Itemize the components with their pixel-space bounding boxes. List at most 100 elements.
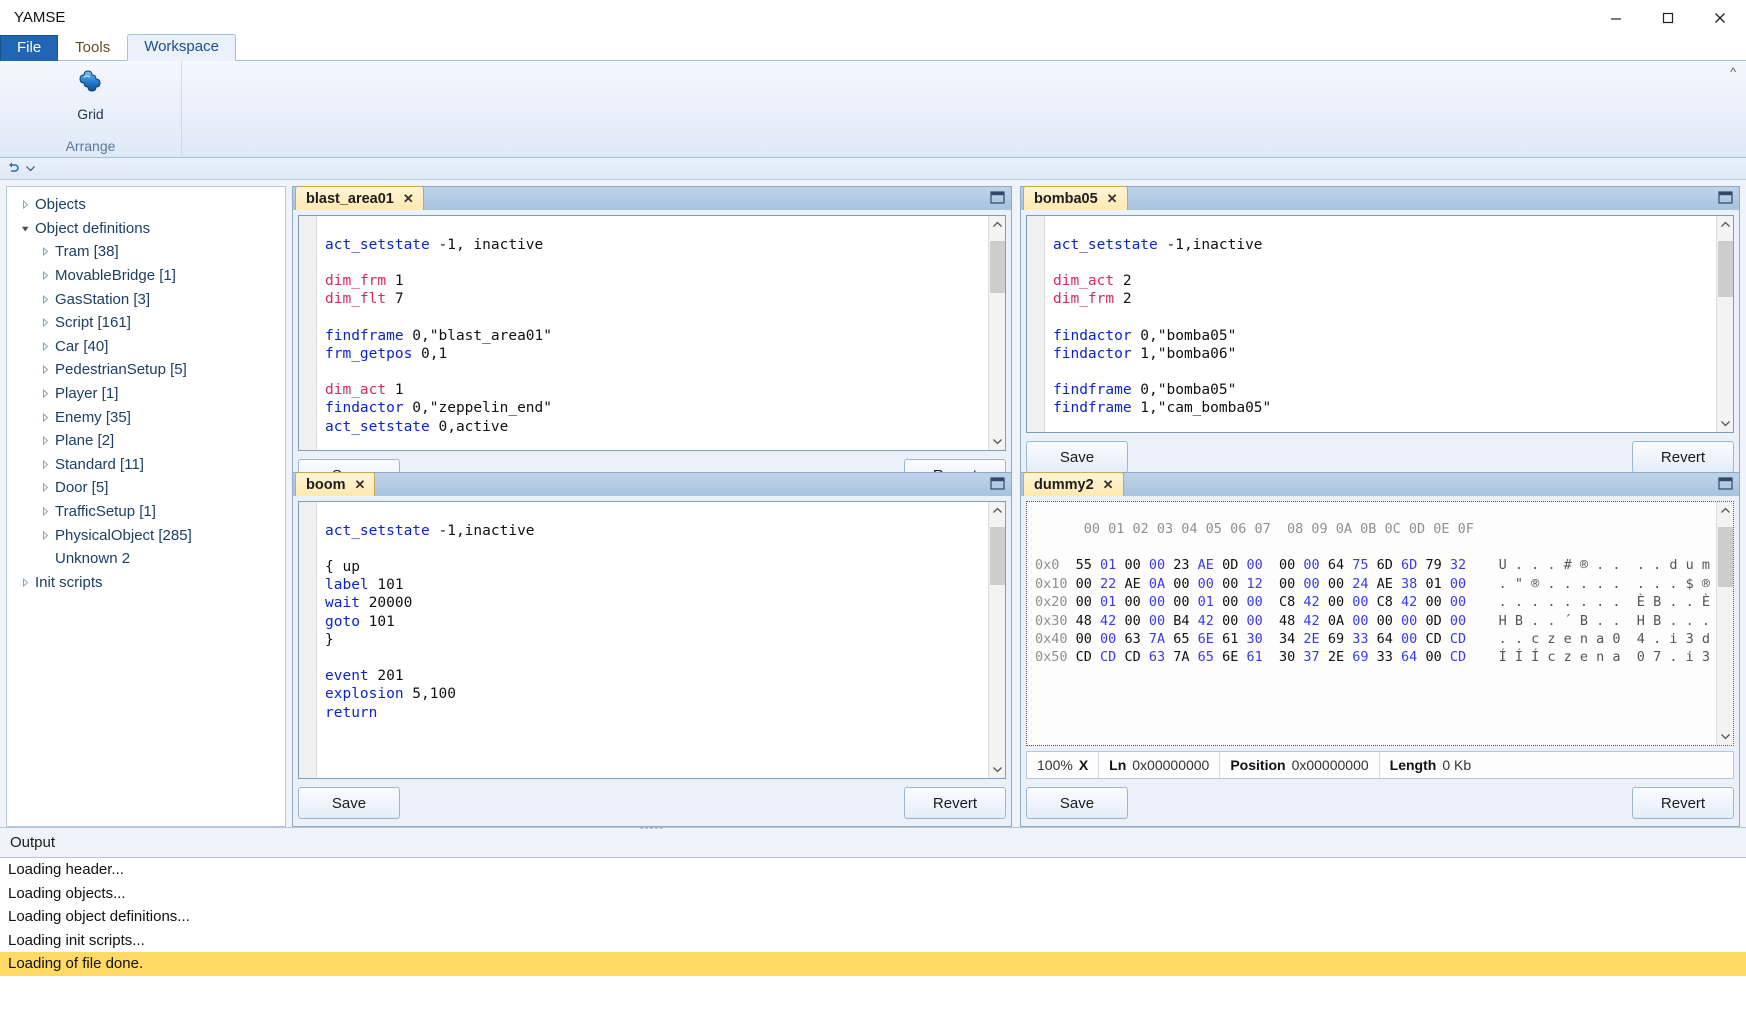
title-bar: YAMSE — [0, 0, 1746, 35]
chevron-right-icon[interactable] — [35, 507, 55, 517]
ribbon-collapse-icon[interactable]: ^ — [1730, 65, 1736, 79]
scroll-up-icon[interactable] — [1716, 216, 1733, 233]
chevron-right-icon[interactable] — [35, 341, 55, 351]
tab-boom[interactable]: boom ✕ — [295, 472, 376, 496]
tree-item-script[interactable]: Script [161] — [7, 311, 285, 335]
tree-item-enemy[interactable]: Enemy [35] — [7, 405, 285, 429]
chevron-right-icon[interactable] — [35, 483, 55, 493]
chevron-right-icon[interactable] — [35, 530, 55, 540]
chevron-right-icon[interactable] — [35, 271, 55, 281]
hex-editor-dummy2[interactable]: 00 01 02 03 04 05 06 07 08 09 0A 0B 0C 0… — [1026, 501, 1734, 746]
scrollbar-track[interactable] — [1717, 519, 1734, 728]
restore-icon[interactable] — [990, 191, 1005, 204]
chevron-right-icon[interactable] — [35, 294, 55, 304]
tree-item-movablebridge[interactable]: MovableBridge [1] — [7, 264, 285, 288]
scroll-up-icon[interactable] — [988, 502, 1005, 519]
tree-item-gasstation[interactable]: GasStation [3] — [7, 287, 285, 311]
chevron-right-icon[interactable] — [35, 389, 55, 399]
vertical-scrollbar[interactable] — [1716, 502, 1733, 745]
chevron-right-icon[interactable] — [35, 459, 55, 469]
revert-button[interactable]: Revert — [1632, 441, 1734, 474]
output-body[interactable]: Loading header... Loading objects... Loadi… — [0, 857, 1746, 1023]
ribbon-tab-workspace[interactable]: Workspace — [127, 34, 236, 61]
tree-item-door[interactable]: Door [5] — [7, 476, 285, 500]
tree-item-tram[interactable]: Tram [38] — [7, 240, 285, 264]
chevron-right-icon[interactable] — [15, 577, 35, 587]
code-editor-bomba05[interactable]: act_setstate -1,inactive dim_act 2 dim_f… — [1026, 215, 1734, 434]
ribbon-tab-tools[interactable]: Tools — [58, 35, 127, 61]
chevron-down-filled-icon[interactable] — [15, 224, 35, 233]
chevron-right-icon[interactable] — [35, 365, 55, 375]
code-text[interactable]: act_setstate -1,inactive dim_act 2 dim_f… — [1045, 231, 1716, 418]
ribbon-group-arrange: Grid Arrange — [0, 61, 182, 158]
chevron-right-icon[interactable] — [35, 318, 55, 328]
close-icon[interactable]: ✕ — [354, 477, 365, 493]
tree-item-objects[interactable]: Objects — [7, 193, 285, 217]
tree-item-pedestriansetup[interactable]: PedestrianSetup [5] — [7, 358, 285, 382]
save-button[interactable]: Save — [1026, 787, 1128, 819]
revert-button[interactable]: Revert — [1632, 787, 1734, 819]
code-text[interactable]: act_setstate -1, inactive dim_frm 1 dim_… — [317, 231, 988, 436]
scrollbar-track[interactable] — [989, 233, 1006, 433]
restore-icon[interactable] — [990, 477, 1005, 490]
tree-item-standard[interactable]: Standard [11] — [7, 453, 285, 477]
scroll-up-icon[interactable] — [1716, 502, 1733, 519]
scrollbar-thumb[interactable] — [1717, 241, 1733, 297]
maximize-icon[interactable] — [1642, 0, 1694, 35]
tab-bomba05[interactable]: bomba05 ✕ — [1023, 186, 1128, 210]
output-line: Loading objects... — [8, 884, 126, 902]
chevron-right-icon[interactable] — [35, 412, 55, 422]
tree-item-object-definitions[interactable]: Object definitions — [7, 217, 285, 241]
code-text[interactable]: act_setstate -1,inactive { up label 101 … — [317, 517, 988, 764]
hex-content[interactable]: 00 01 02 03 04 05 06 07 08 09 0A 0B 0C 0… — [1027, 516, 1716, 732]
scroll-down-icon[interactable] — [1716, 415, 1733, 433]
code-editor-blast-area01[interactable]: act_setstate -1, inactive dim_frm 1 dim_… — [298, 215, 1006, 452]
close-icon[interactable] — [1694, 0, 1746, 35]
zoom-level-cell[interactable]: 100% X — [1027, 752, 1100, 778]
tree-item-physicalobject[interactable]: PhysicalObject [285] — [7, 523, 285, 547]
chevron-right-icon[interactable] — [15, 200, 35, 210]
restore-icon[interactable] — [1718, 477, 1733, 490]
scrollbar-thumb[interactable] — [989, 527, 1005, 585]
object-tree-panel[interactable]: Objects Object definitions Tram [38] Mov… — [6, 186, 286, 827]
scrollbar-thumb[interactable] — [989, 241, 1005, 293]
scrollbar-thumb[interactable] — [1717, 527, 1733, 587]
tree-item-init-scripts[interactable]: Init scripts — [7, 571, 285, 595]
chevron-right-icon[interactable] — [35, 247, 55, 257]
vertical-scrollbar[interactable] — [988, 502, 1005, 778]
tab-blast-area01[interactable]: blast_area01 ✕ — [295, 186, 424, 210]
save-button[interactable]: Save — [1026, 441, 1128, 474]
scroll-up-icon[interactable] — [988, 216, 1005, 233]
grid-button[interactable]: Grid — [58, 65, 124, 122]
restore-icon[interactable] — [1718, 191, 1733, 204]
chevron-down-icon[interactable] — [26, 164, 35, 174]
tab-label: boom — [306, 476, 346, 493]
close-icon[interactable]: ✕ — [1103, 477, 1114, 493]
vertical-scrollbar[interactable] — [1716, 216, 1734, 433]
tab-dummy2[interactable]: dummy2 ✕ — [1023, 472, 1124, 496]
tree-item-player[interactable]: Player [1] — [7, 382, 285, 406]
minimize-icon[interactable] — [1590, 0, 1642, 35]
tree-item-plane[interactable]: Plane [2] — [7, 429, 285, 453]
vertical-scrollbar[interactable] — [988, 216, 1006, 451]
scroll-down-icon[interactable] — [988, 433, 1005, 451]
splitter-handle[interactable]: ••••• — [640, 822, 664, 834]
window-controls — [1590, 0, 1746, 35]
tree-item-label: Door [5] — [55, 479, 109, 497]
chevron-right-icon[interactable] — [35, 436, 55, 446]
scrollbar-track[interactable] — [989, 519, 1006, 761]
undo-icon[interactable] — [6, 160, 20, 177]
tree-item-trafficsetup[interactable]: TrafficSetup [1] — [7, 500, 285, 524]
close-icon[interactable]: ✕ — [403, 191, 414, 207]
revert-button[interactable]: Revert — [904, 787, 1006, 819]
code-editor-boom[interactable]: act_setstate -1,inactive { up label 101 … — [298, 501, 1006, 779]
save-button[interactable]: Save — [298, 787, 400, 819]
tree-item-unknown-2[interactable]: Unknown 2 — [7, 547, 285, 571]
scroll-down-icon[interactable] — [1716, 728, 1733, 745]
scroll-down-icon[interactable] — [988, 761, 1005, 778]
scrollbar-track[interactable] — [1717, 233, 1734, 415]
close-icon[interactable]: ✕ — [1107, 191, 1118, 207]
pane-blast-area01: blast_area01 ✕ act_setstate -1, inactive… — [292, 186, 1012, 500]
tree-item-car[interactable]: Car [40] — [7, 335, 285, 359]
ribbon-tab-file[interactable]: File — [0, 35, 59, 61]
